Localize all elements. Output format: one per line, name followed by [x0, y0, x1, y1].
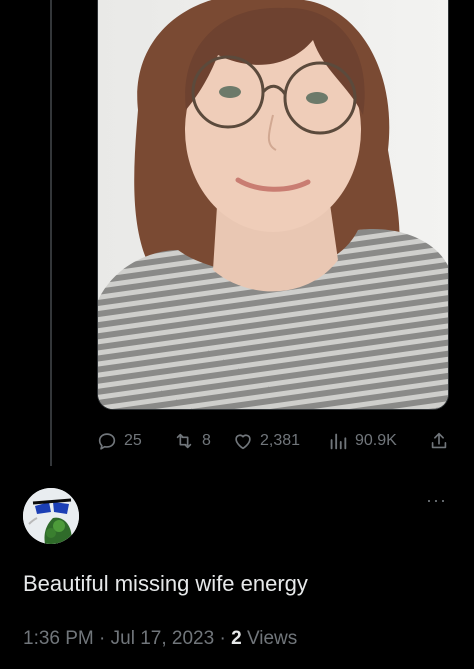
views-button[interactable]: 90.9K	[327, 428, 397, 454]
retweet-icon	[172, 430, 196, 452]
heart-icon	[232, 430, 254, 452]
reply-views-count: 2	[231, 628, 242, 649]
reply-button[interactable]: 25	[96, 428, 142, 454]
reply-avatar[interactable]	[23, 488, 79, 544]
reply-time[interactable]: 1:36 PM	[23, 628, 94, 649]
views-count: 90.9K	[355, 432, 397, 449]
thread-line	[50, 0, 52, 466]
share-button[interactable]	[428, 428, 450, 454]
like-button[interactable]: 2,381	[232, 428, 300, 454]
views-icon	[327, 430, 349, 452]
reply-icon	[96, 430, 118, 452]
meta-separator: ·	[219, 628, 226, 649]
reply-date[interactable]: Jul 17, 2023	[111, 628, 215, 649]
reply-views-label: Views	[246, 628, 298, 649]
share-icon	[428, 430, 450, 452]
like-count: 2,381	[260, 432, 301, 449]
reply-text: Beautiful missing wife energy	[23, 571, 308, 596]
more-icon[interactable]: ···	[426, 490, 447, 510]
reply-meta: 1:36 PM · Jul 17, 2023 · 2 Views	[23, 626, 297, 652]
reply-count: 25	[124, 432, 142, 449]
retweet-button[interactable]: 8	[172, 428, 211, 454]
tweet-photo[interactable]	[97, 0, 449, 410]
retweet-count: 8	[202, 432, 211, 449]
meta-separator: ·	[99, 628, 106, 649]
tweet-action-bar: 25 8 2,381 90.9K	[96, 428, 450, 454]
